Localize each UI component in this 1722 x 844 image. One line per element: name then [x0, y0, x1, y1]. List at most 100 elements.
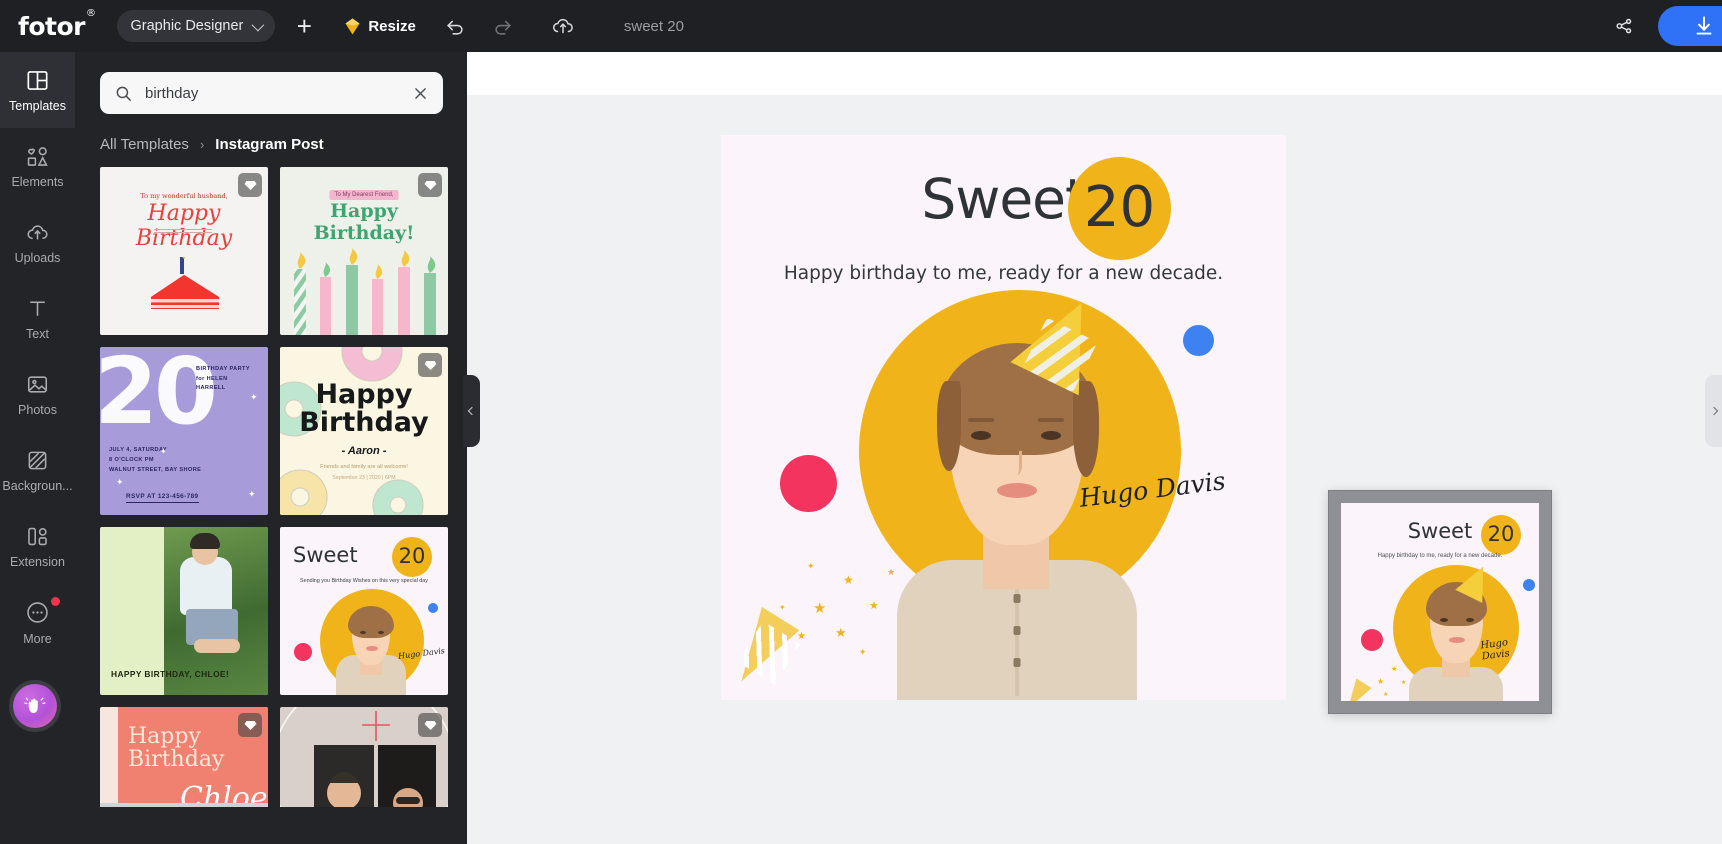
notification-dot [51, 597, 60, 606]
preview-thumbnail-content: Sweet 20 Happy birthday to me, ready for… [1341, 503, 1539, 701]
breadcrumb-all-templates[interactable]: All Templates [100, 136, 189, 153]
add-page-button[interactable]: + [285, 7, 323, 45]
template-text: To My Dearest Friend, [329, 190, 399, 200]
template-card-happy-birthday-chloe-coral[interactable]: Happy Birthday Chloe! [100, 707, 268, 807]
photo-area [100, 803, 268, 807]
sparkle-icon: ✦ [110, 400, 120, 412]
templates-icon [27, 70, 48, 90]
share-button[interactable] [1602, 4, 1646, 48]
mode-selector-graphic-designer[interactable]: Graphic Designer [116, 10, 276, 42]
design-canvas[interactable]: Sweet 20 Happy birthday to me, ready for… [721, 135, 1286, 700]
template-card-birthday-photo-collage-dark[interactable] [280, 707, 448, 807]
photos-icon [27, 375, 48, 393]
canvas-subtitle-text[interactable]: Happy birthday to me, ready for a new de… [721, 263, 1286, 284]
template-card-happy-birthday-dearest-friend-candles[interactable]: To My Dearest Friend, Happy Birthday! [280, 167, 448, 335]
sidebar-item-text[interactable]: Text [0, 280, 75, 356]
preview-confetti: ★ ★ ★ ★ [1341, 643, 1421, 701]
sidebar-item-label: Uploads [14, 250, 61, 265]
template-text: 20 [398, 544, 426, 568]
template-results-grid[interactable]: To my wonderful husband, Happy Birthday [100, 167, 448, 807]
sidebar-item-background[interactable]: Backgroun... [0, 432, 75, 508]
more-dots-icon [27, 601, 48, 623]
waving-hand-button[interactable] [13, 684, 57, 728]
mode-selector-label: Graphic Designer [130, 18, 244, 34]
template-card-happy-birthday-chloe-photo-green[interactable]: HAPPY BIRTHDAY, CHLOE! [100, 527, 268, 695]
sidebar-item-label: More [23, 631, 52, 646]
top-toolbar-right [1602, 0, 1722, 52]
decor-lines [154, 229, 212, 234]
template-text: - Aaron - [341, 445, 387, 457]
search-bar[interactable] [100, 72, 443, 114]
save-to-cloud-button[interactable] [544, 7, 582, 45]
portrait-hair-left [937, 381, 961, 471]
cake-slice-illustration [151, 257, 219, 309]
preview-subtitle-text: Happy birthday to me, ready for a new de… [1377, 553, 1503, 559]
canvas-title-text[interactable]: Sweet [721, 167, 1286, 231]
portrait-eye [1041, 431, 1061, 440]
portrait-hair-right [1073, 381, 1099, 477]
portrait-nose [1010, 451, 1022, 475]
preview-number-badge: 20 [1481, 515, 1521, 555]
elements-icon [27, 146, 48, 166]
canvas-blue-dot[interactable] [1183, 325, 1214, 356]
pro-badge-icon [238, 173, 262, 197]
canvas-stage[interactable]: Sweet 20 Happy birthday to me, ready for… [467, 52, 1722, 844]
breadcrumb-current[interactable]: Instagram Post [215, 136, 323, 153]
sparkle-icon: ✦ [248, 489, 256, 499]
close-icon[interactable] [412, 85, 429, 102]
sidebar-item-more[interactable]: More [0, 584, 75, 660]
canvas-number-text: 20 [1083, 175, 1156, 240]
share-icon [1616, 18, 1632, 34]
template-text: HAPPY BIRTHDAY, CHLOE! [111, 669, 230, 680]
waving-hand-icon [24, 697, 46, 713]
template-text: RSVP AT 123-456-789 [126, 493, 199, 503]
template-card-birthday-party-helen-harrell-20[interactable]: 20 BIRTHDAY PARTY for HELEN HARRELL JULY… [100, 347, 268, 515]
redo-icon [495, 20, 511, 35]
template-card-happy-birthday-husband-cake[interactable]: To my wonderful husband, Happy Birthday [100, 167, 268, 335]
candles-illustration [294, 248, 436, 335]
cloud-upload-icon [552, 18, 573, 34]
sidebar-item-uploads[interactable]: Uploads [0, 204, 75, 280]
sidebar-item-label: Elements [11, 174, 64, 189]
template-text: Happy Birthday [299, 379, 429, 438]
preview-thumbnail-panel[interactable]: Sweet 20 Happy birthday to me, ready for… [1328, 490, 1552, 714]
panel-collapse-handle[interactable] [463, 375, 480, 447]
redo-button[interactable] [484, 7, 522, 45]
template-text: Happy Birthday [135, 201, 233, 251]
template-text: September 23 | 2020 | 6PM [332, 475, 396, 481]
template-text: 8 O'CLOCK PM [109, 457, 154, 463]
document-title[interactable]: sweet 20 [624, 18, 684, 35]
logo-text: fotor [18, 11, 86, 41]
sparkle-icon: ✦ [116, 477, 124, 487]
canvas-confetti-cone[interactable]: ★ ★ ★ ★ ★ ★ ✦ ✦ ✦ [722, 503, 944, 694]
sidebar-item-elements[interactable]: Elements [0, 128, 75, 204]
template-text: JULY 4, SATURDAY [109, 447, 168, 453]
pro-badge-icon [238, 713, 262, 737]
left-nav-rail: Templates Elements Uploads Text Photos B… [0, 52, 75, 844]
sidebar-item-label: Text [26, 326, 49, 341]
preview-blue-dot [1523, 579, 1535, 591]
extension-icon [28, 527, 47, 545]
template-text: Friends and family are all welcome! [320, 464, 408, 470]
template-card-happy-birthday-aaron-donuts[interactable]: Happy Birthday - Aaron - Friends and fam… [280, 347, 448, 515]
sidebar-item-photos[interactable]: Photos [0, 356, 75, 432]
sidebar-item-extension[interactable]: Extension [0, 508, 75, 584]
right-panel-expand-handle[interactable] [1705, 375, 1722, 447]
fotor-logo[interactable]: fotor® [18, 8, 96, 41]
stage-top-bar [467, 52, 1722, 95]
template-card-sweet-20-hugo-davis[interactable]: Sweet 20 Sending you Birthday Wishes on … [280, 527, 448, 695]
download-button[interactable] [1658, 6, 1722, 46]
resize-button[interactable]: Resize [335, 9, 426, 43]
background-icon [28, 451, 47, 469]
template-text: Sweet [293, 543, 358, 567]
pro-badge-icon [418, 713, 442, 737]
undo-button[interactable] [436, 7, 474, 45]
text-icon [30, 300, 45, 316]
sidebar-item-templates[interactable]: Templates [0, 52, 75, 128]
canvas-number-badge[interactable]: 20 [1068, 157, 1171, 260]
chevron-right-icon: › [199, 137, 205, 152]
pro-badge-icon [418, 353, 442, 377]
portrait-eye [971, 431, 991, 440]
search-input[interactable] [145, 84, 412, 102]
template-text: WALNUT STREET, BAY SHORE [109, 467, 202, 473]
